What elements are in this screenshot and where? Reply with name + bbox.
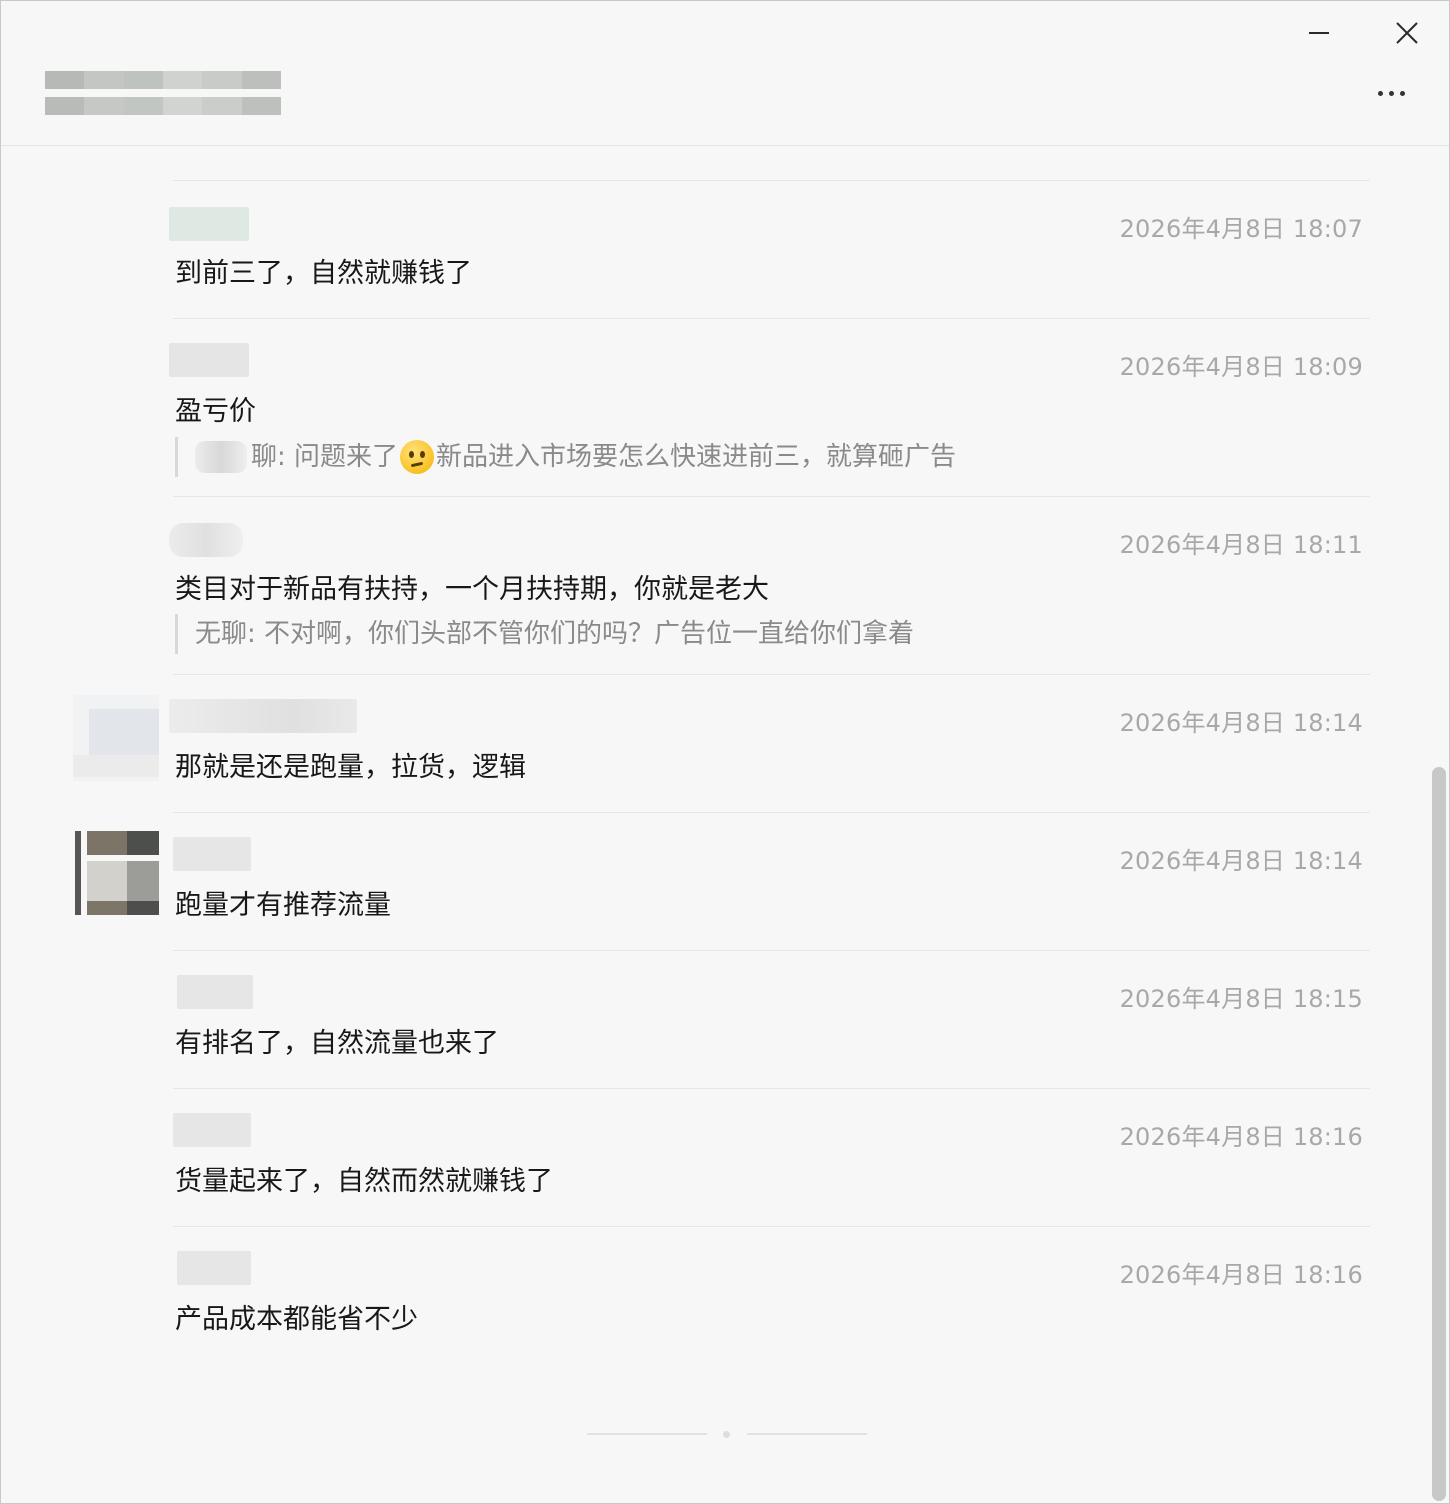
quoted-message[interactable]: 聊: 问题来了 新品进入市场要怎么快速进前三，就算砸广告 bbox=[175, 437, 956, 477]
quoted-sender-obscured bbox=[195, 441, 247, 473]
sender-name-obscured bbox=[177, 975, 253, 1009]
chat-title-obscured bbox=[45, 71, 281, 117]
message-text[interactable]: 产品成本都能省不少 bbox=[175, 1297, 418, 1336]
message-divider bbox=[173, 674, 1370, 675]
message-timestamp: 2026年4月8日 18:11 bbox=[1119, 531, 1363, 559]
vertical-scrollbar[interactable] bbox=[1432, 767, 1446, 1501]
more-button[interactable] bbox=[1367, 75, 1415, 111]
close-button[interactable] bbox=[1385, 15, 1429, 51]
avatar[interactable] bbox=[73, 831, 159, 917]
minimize-button[interactable] bbox=[1297, 15, 1341, 51]
message-text[interactable]: 有排名了，自然流量也来了 bbox=[175, 1021, 499, 1060]
message-divider bbox=[173, 318, 1370, 319]
sender-name-obscured bbox=[169, 343, 249, 377]
quoted-message[interactable]: 无聊: 不对啊，你们头部不管你们的吗？广告位一直给你们拿着 bbox=[175, 614, 914, 654]
message-text[interactable]: 到前三了，自然就赚钱了 bbox=[175, 251, 472, 290]
message-timestamp: 2026年4月8日 18:15 bbox=[1119, 985, 1363, 1013]
quoted-text: 无聊: 不对啊，你们头部不管你们的吗？广告位一直给你们拿着 bbox=[195, 619, 915, 649]
end-of-history-dot bbox=[723, 1431, 730, 1438]
message-timestamp: 2026年4月8日 18:16 bbox=[1119, 1123, 1363, 1151]
message-divider bbox=[173, 950, 1370, 951]
sender-name-obscured bbox=[173, 1113, 251, 1147]
quoted-text-suffix: 新品进入市场要怎么快速进前三，就算砸广告 bbox=[436, 442, 957, 472]
minimize-icon bbox=[1309, 32, 1329, 34]
message-divider bbox=[173, 812, 1370, 813]
quoted-text-prefix: 聊: 问题来了 bbox=[251, 442, 399, 472]
message-text[interactable]: 跑量才有推荐流量 bbox=[175, 883, 391, 922]
more-icon bbox=[1377, 90, 1383, 96]
message-divider bbox=[173, 180, 1370, 181]
close-icon bbox=[1396, 22, 1418, 44]
sender-name-obscured bbox=[169, 207, 249, 241]
confused-face-emoji-icon bbox=[400, 440, 435, 474]
sender-name-obscured bbox=[169, 699, 357, 733]
message-text[interactable]: 货量起来了，自然而然就赚钱了 bbox=[175, 1159, 553, 1198]
message-timestamp: 2026年4月8日 18:16 bbox=[1119, 1261, 1363, 1289]
sender-name-obscured bbox=[177, 1251, 251, 1285]
message-timestamp: 2026年4月8日 18:09 bbox=[1119, 353, 1363, 381]
chat-history-window: 2026年4月8日 18:07 到前三了，自然就赚钱了 2026年4月8日 18… bbox=[0, 0, 1450, 1504]
message-text[interactable]: 类目对于新品有扶持，一个月扶持期，你就是老大 bbox=[175, 567, 769, 606]
message-timestamp: 2026年4月8日 18:14 bbox=[1119, 709, 1363, 737]
sender-name-obscured bbox=[169, 523, 243, 557]
avatar[interactable] bbox=[73, 695, 159, 781]
sender-name-obscured bbox=[173, 837, 251, 871]
message-list[interactable]: 2026年4月8日 18:07 到前三了，自然就赚钱了 2026年4月8日 18… bbox=[1, 147, 1449, 1503]
message-timestamp: 2026年4月8日 18:07 bbox=[1119, 215, 1363, 243]
message-timestamp: 2026年4月8日 18:14 bbox=[1119, 847, 1363, 875]
message-divider bbox=[173, 1226, 1370, 1227]
title-bar bbox=[1, 1, 1449, 146]
end-of-history-line bbox=[747, 1433, 867, 1435]
message-divider bbox=[173, 1088, 1370, 1089]
message-divider bbox=[173, 496, 1370, 497]
message-text[interactable]: 盈亏价 bbox=[175, 389, 256, 428]
message-text[interactable]: 那就是还是跑量，拉货，逻辑 bbox=[175, 745, 526, 784]
end-of-history-line bbox=[587, 1433, 707, 1435]
